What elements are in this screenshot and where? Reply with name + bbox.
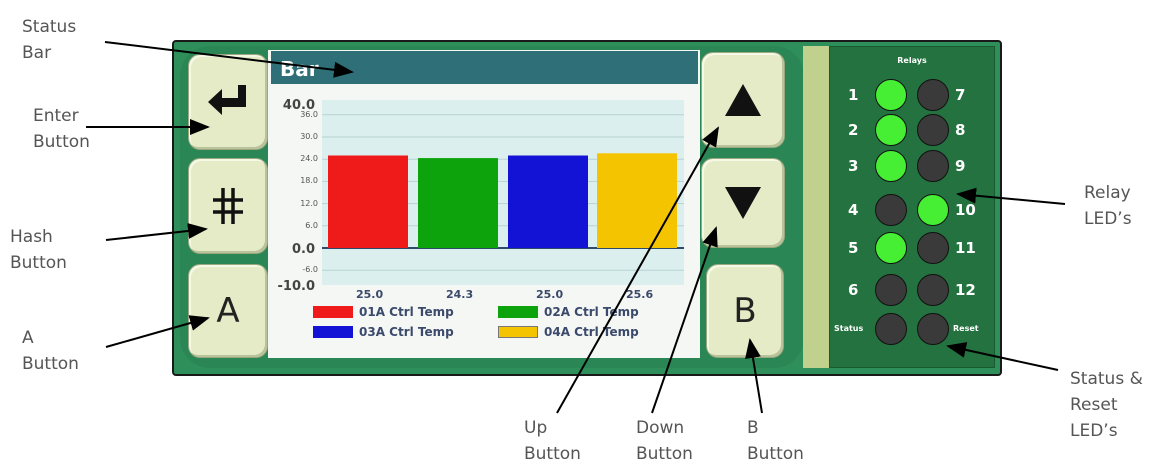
arrow-b-button: [745, 338, 763, 414]
arrow-down-button: [651, 226, 718, 414]
arrow-status-bar: [104, 41, 354, 78]
arrow-up-button: [556, 126, 719, 414]
arrow-a-button: [105, 315, 210, 348]
annotation-arrows: [86, 41, 1066, 414]
arrow-relay-leds: [956, 187, 1066, 205]
arrow-status-reset-leds: [946, 342, 1059, 371]
arrow-hash-button: [105, 223, 208, 241]
